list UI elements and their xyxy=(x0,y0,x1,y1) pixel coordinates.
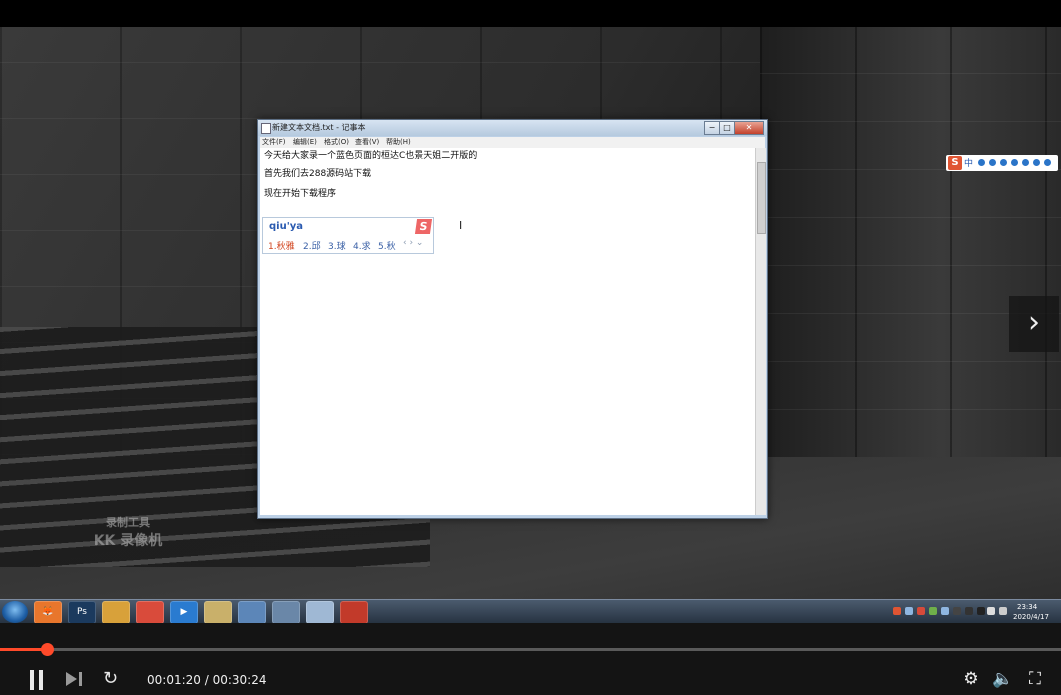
app-icon[interactable] xyxy=(102,601,130,624)
tray-app-icon[interactable] xyxy=(929,607,937,615)
volume-icon[interactable]: 🔈 xyxy=(992,668,1014,690)
ime-status-bar[interactable]: S 中 xyxy=(946,155,1058,171)
pause-button[interactable] xyxy=(28,670,46,690)
photoshop-icon[interactable]: Ps xyxy=(68,601,96,624)
progress-fill xyxy=(0,648,47,651)
fullscreen-icon[interactable]: ⛶ xyxy=(1024,668,1046,690)
ime-language-toggle[interactable]: 中 xyxy=(964,156,973,169)
ibeam-cursor-icon: I xyxy=(459,219,463,232)
toolbox-icon[interactable] xyxy=(1044,159,1051,166)
firefox-icon[interactable]: 🦊 xyxy=(34,601,62,624)
text-line-3: 现在开始下载程序 xyxy=(264,189,337,199)
menu-help[interactable]: 帮助(H) xyxy=(386,137,411,148)
windows-taskbar: 🦊 Ps ▶ 23:34 2020/4/17 xyxy=(0,599,1061,624)
progress-handle[interactable] xyxy=(41,643,54,656)
ime-page-nav[interactable]: ‹ › ⌄ xyxy=(403,238,423,248)
tray-app-icon[interactable] xyxy=(977,607,985,615)
progress-track[interactable] xyxy=(0,648,1061,651)
ime-candidate[interactable]: 2.邱 xyxy=(303,239,321,252)
recorder-watermark: 录制工具 KK 录像机 xyxy=(88,514,168,550)
keyboard-icon[interactable] xyxy=(1011,159,1018,166)
maximize-button[interactable]: □ xyxy=(719,121,735,135)
sogou-logo-icon: S xyxy=(414,219,433,234)
chrome-icon[interactable] xyxy=(136,601,164,624)
notepad-titlebar[interactable]: 新建文本文档.txt - 记事本 − □ ✕ xyxy=(258,120,767,136)
punctuation-icon[interactable] xyxy=(978,159,985,166)
menu-format[interactable]: 格式(O) xyxy=(324,137,349,148)
tray-app-icon[interactable] xyxy=(941,607,949,615)
menu-edit[interactable]: 编辑(E) xyxy=(293,137,317,148)
menu-view[interactable]: 查看(V) xyxy=(355,137,379,148)
clock-date[interactable]: 2020/4/17 xyxy=(1013,613,1049,621)
time-display: 00:01:20 / 00:30:24 xyxy=(147,673,267,687)
start-button[interactable] xyxy=(2,601,28,623)
vertical-scrollbar[interactable] xyxy=(755,148,766,515)
next-slide-button[interactable]: › xyxy=(1009,296,1059,352)
text-line-2: 首先我们去288源码站下载 xyxy=(264,169,372,179)
ime-candidate[interactable]: 4.求 xyxy=(353,239,371,252)
user-icon[interactable] xyxy=(1022,159,1029,166)
tray-arrow-icon[interactable] xyxy=(905,607,913,615)
explorer-icon[interactable] xyxy=(204,601,232,624)
notepad-text-area[interactable]: 今天给大家录一个蓝色页面的桓达C也景天姐二开版的 首先我们去288源码站下载 现… xyxy=(260,148,755,515)
menu-file[interactable]: 文件(F) xyxy=(262,137,286,148)
video-player-controls: ↻ 00:01:20 / 00:30:24 ⚙ 🔈 ⛶ xyxy=(0,623,1061,695)
speaker-icon[interactable] xyxy=(987,607,995,615)
ime-composition: qiu'ya xyxy=(269,221,304,232)
sogou-tray-icon[interactable] xyxy=(893,607,901,615)
emoji-icon[interactable] xyxy=(989,159,996,166)
next-track-icon xyxy=(66,672,77,686)
watermark-line-1: 录制工具 xyxy=(106,516,150,529)
notepad-menubar: 文件(F) 编辑(E) 格式(O) 查看(V) 帮助(H) xyxy=(260,137,765,148)
network-icon[interactable] xyxy=(272,601,300,624)
notepad-window[interactable]: 新建文本文档.txt - 记事本 − □ ✕ 文件(F) 编辑(E) 格式(O)… xyxy=(257,119,768,519)
settings-gear-icon[interactable]: ⚙ xyxy=(960,668,982,690)
network-icon[interactable] xyxy=(999,607,1007,615)
kk-recorder-icon[interactable] xyxy=(340,601,368,624)
tray-app-icon[interactable] xyxy=(917,607,925,615)
minimize-button[interactable]: − xyxy=(704,121,720,135)
notepad-icon[interactable] xyxy=(306,601,334,624)
watermark-line-2: KK 录像机 xyxy=(93,533,163,549)
skin-icon[interactable] xyxy=(1033,159,1040,166)
ime-candidate[interactable]: 1.秋雅 xyxy=(268,239,295,252)
close-button[interactable]: ✕ xyxy=(734,121,764,135)
media-player-icon[interactable]: ▶ xyxy=(170,601,198,624)
ime-candidate[interactable]: 3.球 xyxy=(328,239,346,252)
loop-icon[interactable]: ↻ xyxy=(103,668,125,690)
next-track-icon-bar xyxy=(79,672,82,686)
ime-candidate[interactable]: 5.秋 xyxy=(378,239,396,252)
text-line-1: 今天给大家录一个蓝色页面的桓达C也景天姐二开版的 xyxy=(264,151,478,161)
sogou-logo-icon[interactable]: S xyxy=(948,156,962,170)
tray-app-icon[interactable] xyxy=(965,607,973,615)
notepad-title: 新建文本文档.txt - 记事本 xyxy=(272,123,366,132)
scrollbar-thumb[interactable] xyxy=(757,162,766,234)
tray-app-icon[interactable] xyxy=(953,607,961,615)
clock-time[interactable]: 23:34 xyxy=(1017,603,1037,611)
next-track-button[interactable] xyxy=(66,669,86,689)
computer-icon[interactable] xyxy=(238,601,266,624)
ime-candidate-window: qiu'ya S 1.秋雅 2.邱 3.球 4.求 5.秋 ‹ › ⌄ xyxy=(262,217,434,254)
microphone-icon[interactable] xyxy=(1000,159,1007,166)
notepad-app-icon xyxy=(261,123,271,134)
